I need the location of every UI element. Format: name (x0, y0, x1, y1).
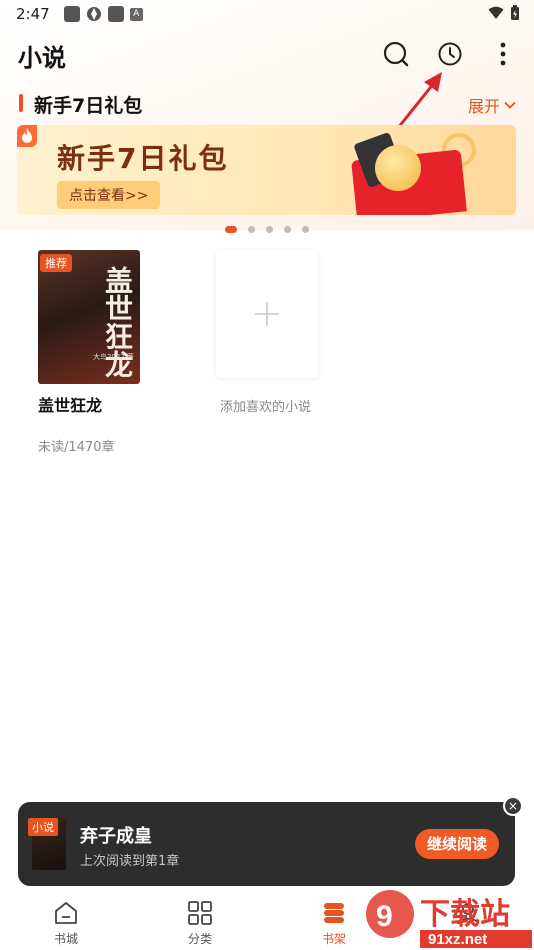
book-progress: 未读/1470章 (38, 440, 115, 455)
status-notification-icons: A (63, 6, 143, 22)
nav-label-category: 分类 (187, 932, 212, 946)
status-bar: 2:47 A (0, 0, 534, 28)
notification-letter-icon: A (129, 7, 143, 21)
watermark-text: 下载站 (420, 897, 510, 932)
nav-label-bookshelf: 书架 (321, 932, 346, 946)
battery-icon (511, 5, 519, 20)
chevron-down-icon (504, 101, 516, 109)
home-icon (55, 902, 77, 924)
carousel-dot (248, 226, 255, 233)
book-cover[interactable]: 推荐 盖世狂龙 大鸟2022 著 (38, 250, 140, 384)
nav-item-bookstore[interactable]: 书城 (31, 892, 101, 947)
svg-text:9: 9 (376, 900, 393, 933)
wifi-icon (488, 6, 504, 19)
carousel-dot (302, 226, 309, 233)
novel-badge: 小说 (28, 818, 58, 836)
carousel-indicator (0, 226, 534, 233)
close-icon[interactable]: × (503, 796, 523, 816)
continue-book-progress: 上次阅读到第1章 (80, 854, 180, 869)
nav-item-category[interactable]: 分类 (165, 892, 235, 947)
shelf-icon (324, 903, 344, 923)
page-title: 小说 (18, 44, 66, 72)
history-clock-icon[interactable] (436, 40, 464, 68)
status-time: 2:47 (16, 5, 50, 23)
book-title[interactable]: 盖世狂龙 (38, 392, 102, 416)
carousel-dot (266, 226, 273, 233)
grid-icon (188, 901, 212, 925)
status-system-icons (488, 5, 520, 21)
continue-book-title: 弃子成皇 (80, 826, 152, 847)
nav-label-bookstore: 书城 (53, 932, 78, 946)
coin-illustration (375, 145, 421, 191)
notification-square-icon (63, 6, 80, 22)
notification-square-icon-2 (107, 6, 124, 22)
site-watermark-logo: 9 下载站 91xz.net (366, 890, 532, 948)
fire-icon (22, 128, 32, 143)
plus-icon (255, 302, 279, 326)
carousel-dot (284, 226, 291, 233)
gift-banner[interactable]: 新手7日礼包 点击查看>> (17, 125, 516, 215)
expand-label: 展开 (467, 97, 500, 116)
watermark-url: 91xz.net (428, 931, 487, 948)
carousel-dot (225, 226, 237, 233)
continue-reading-button[interactable]: 继续阅读 (414, 829, 499, 859)
continue-reading-bar[interactable]: 小说 弃子成皇 上次阅读到第1章 继续阅读 (18, 802, 515, 886)
section-accent-bar (19, 94, 23, 112)
recommend-badge: 推荐 (40, 254, 72, 272)
banner-title: 新手7日礼包 (57, 142, 229, 175)
add-book-tile[interactable] (216, 250, 318, 378)
nav-item-bookshelf[interactable]: 书架 (299, 892, 369, 947)
cover-author: 大鸟2022 著 (92, 353, 134, 361)
more-menu-icon[interactable] (490, 40, 518, 68)
notification-app-icon (86, 7, 101, 21)
search-icon[interactable] (382, 40, 410, 68)
banner-view-button[interactable]: 点击查看>> (57, 181, 161, 209)
add-book-label: 添加喜欢的小说 (220, 400, 312, 415)
section-title: 新手7日礼包 (34, 95, 143, 117)
fire-badge (17, 125, 37, 147)
expand-button[interactable]: 展开 (468, 93, 516, 117)
